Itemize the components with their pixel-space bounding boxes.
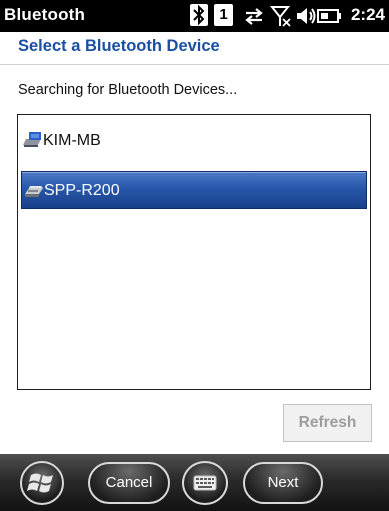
status-bar: Bluetooth 1 2:24	[0, 0, 389, 32]
app-title: Bluetooth	[4, 5, 86, 24]
printer-icon	[24, 180, 44, 205]
data-sync-icon[interactable]	[242, 4, 266, 33]
clock[interactable]: 2:24	[351, 5, 385, 25]
device-item-kim-mb[interactable]: KIM-MB	[18, 122, 370, 160]
cancel-button[interactable]: Cancel	[88, 462, 170, 504]
computer-icon	[22, 130, 42, 155]
bluetooth-icon[interactable]	[190, 4, 208, 26]
softkey-bar: Cancel Next	[0, 454, 389, 511]
battery-icon[interactable]	[317, 4, 343, 33]
windows-start-button[interactable]	[20, 461, 64, 505]
signal-off-icon[interactable]	[269, 4, 292, 33]
keyboard-button[interactable]	[182, 461, 228, 505]
refresh-button[interactable]: Refresh	[283, 404, 372, 442]
notification-count-badge[interactable]: 1	[214, 4, 233, 26]
header-divider	[0, 64, 389, 65]
next-button[interactable]: Next	[243, 462, 323, 504]
search-status-text: Searching for Bluetooth Devices...	[18, 82, 238, 98]
windows-start-icon	[22, 473, 62, 507]
device-label: KIM-MB	[43, 132, 101, 149]
page-title: Select a Bluetooth Device	[18, 37, 220, 55]
device-list[interactable]: KIM-MB SPP-R200	[17, 114, 371, 390]
device-item-spp-r200[interactable]: SPP-R200	[21, 171, 367, 209]
keyboard-icon	[184, 475, 226, 507]
device-label: SPP-R200	[44, 182, 120, 199]
speaker-icon[interactable]	[295, 4, 317, 33]
